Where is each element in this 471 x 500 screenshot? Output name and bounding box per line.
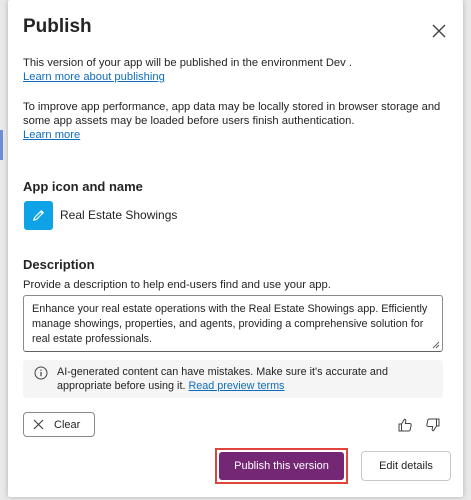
learn-more-link[interactable]: Learn more bbox=[23, 129, 80, 141]
clear-label: Clear bbox=[54, 418, 81, 431]
description-textarea[interactable]: Enhance your real estate operations with… bbox=[23, 295, 443, 352]
environment-info: This version of your app will be publish… bbox=[23, 56, 443, 84]
storage-info: To improve app performance, app data may… bbox=[23, 100, 443, 142]
storage-text: To improve app performance, app data may… bbox=[23, 101, 441, 127]
thumbs-up-icon[interactable] bbox=[397, 417, 413, 433]
close-icon[interactable] bbox=[430, 22, 448, 40]
ai-notice: AI-generated content can have mistakes. … bbox=[23, 360, 443, 398]
resize-handle-icon[interactable] bbox=[432, 341, 440, 349]
description-heading: Description bbox=[23, 257, 95, 272]
learn-more-publishing-link[interactable]: Learn more about publishing bbox=[23, 71, 165, 83]
description-value: Enhance your real estate operations with… bbox=[32, 303, 428, 345]
description-helper: Provide a description to help end-users … bbox=[23, 279, 331, 291]
read-preview-terms-link[interactable]: Read preview terms bbox=[188, 380, 284, 392]
publish-this-version-button[interactable]: Publish this version bbox=[219, 452, 344, 480]
clear-button[interactable]: Clear bbox=[23, 412, 95, 437]
app-section-heading: App icon and name bbox=[23, 179, 143, 194]
app-name: Real Estate Showings bbox=[60, 208, 178, 222]
dismiss-icon bbox=[33, 419, 44, 430]
app-icon[interactable] bbox=[24, 201, 53, 230]
publish-dialog: Publish This version of your app will be… bbox=[8, 0, 463, 497]
dialog-title: Publish bbox=[23, 16, 92, 37]
ai-notice-text: AI-generated content can have mistakes. … bbox=[57, 365, 437, 393]
edit-details-button[interactable]: Edit details bbox=[361, 451, 451, 481]
info-icon bbox=[34, 366, 48, 380]
pencil-icon bbox=[33, 210, 44, 221]
background-edge bbox=[0, 130, 3, 160]
thumbs-down-icon[interactable] bbox=[425, 417, 441, 433]
environment-text: This version of your app will be publish… bbox=[23, 57, 352, 69]
